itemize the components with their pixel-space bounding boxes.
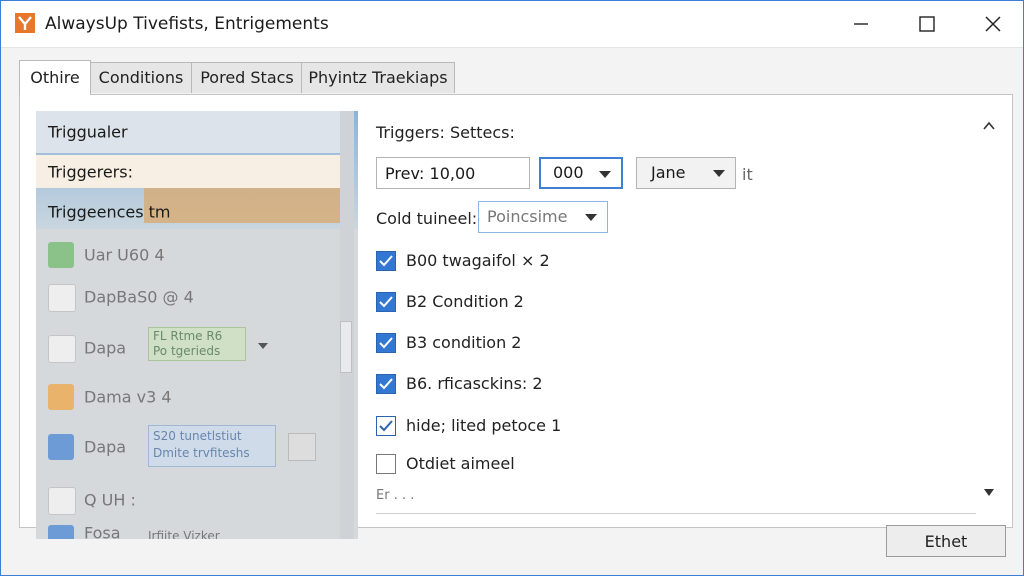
list-item[interactable]: Dapa FL Rtme R6 Po tgerieds bbox=[36, 323, 354, 373]
list-item[interactable]: Dapa S20 tunetlstiut Dmite trvfiteshs bbox=[36, 419, 354, 475]
window-title: AlwaysUp Tivefists, Entrigements bbox=[45, 14, 329, 34]
list-item-label: Triggualer bbox=[48, 122, 128, 142]
list-item[interactable]: Fosa Irfiite Vizker bbox=[36, 523, 354, 539]
prev-input[interactable]: Prev: 10,00 bbox=[376, 157, 530, 189]
checkbox[interactable] bbox=[376, 292, 396, 312]
chevron-up-icon bbox=[983, 121, 995, 130]
ok-button[interactable]: Ethet bbox=[886, 525, 1006, 557]
app-window: AlwaysUp Tivefists, Entrigements Othire … bbox=[0, 0, 1024, 576]
clock-icon bbox=[48, 242, 74, 268]
list-item-label: Triggerers: bbox=[48, 162, 133, 181]
checkbox-label: B2 Condition 2 bbox=[406, 292, 524, 311]
alwaysup-logo-icon bbox=[15, 13, 35, 33]
checkbox[interactable] bbox=[376, 374, 396, 394]
list-item[interactable]: Triggualer bbox=[36, 111, 354, 153]
list-item-label: Uar U60 4 bbox=[84, 245, 165, 265]
panel-scrollbar[interactable] bbox=[978, 103, 1000, 513]
title-bar: AlwaysUp Tivefists, Entrigements bbox=[1, 1, 1023, 48]
cold-dropdown-value: Poincsime bbox=[487, 207, 568, 226]
checkbox-label: B3 condition 2 bbox=[406, 333, 522, 352]
suffix-text: it bbox=[742, 165, 753, 184]
close-icon bbox=[985, 16, 1001, 32]
divider bbox=[376, 513, 976, 514]
list-item-field: FL Rtme R6 Po tgerieds bbox=[148, 327, 246, 361]
list-item-selected[interactable]: Triggerers: bbox=[36, 155, 354, 188]
checked-icon bbox=[48, 525, 74, 539]
checkbox-label: B00 twagaifol × 2 bbox=[406, 251, 550, 270]
list-item-button[interactable] bbox=[288, 433, 316, 461]
checkmark-icon bbox=[379, 420, 393, 432]
list-item[interactable]: Uar U60 4 bbox=[36, 235, 354, 275]
minimize-icon bbox=[854, 23, 868, 25]
tab-conditions[interactable]: Conditions bbox=[89, 62, 193, 93]
checkbox-icon bbox=[48, 335, 76, 363]
checkmark-icon bbox=[379, 296, 393, 308]
list-item-label: DapBaS0 @ 4 bbox=[84, 287, 194, 307]
chevron-down-icon bbox=[984, 489, 994, 496]
chevron-down-icon bbox=[599, 171, 611, 178]
checkbox-icon bbox=[48, 284, 76, 312]
maximize-icon bbox=[919, 16, 935, 32]
checkbox-icon bbox=[48, 487, 76, 515]
checkbox-label: Otdiet aimeel bbox=[406, 454, 515, 473]
checked-icon bbox=[48, 434, 74, 460]
settings-panel: Triggualer Triggerers: Triggeences tm Ua… bbox=[19, 94, 1013, 539]
count-dropdown-value: 000 bbox=[553, 163, 584, 182]
chevron-down-icon bbox=[713, 170, 725, 177]
checkbox[interactable] bbox=[376, 416, 396, 436]
checkmark-icon bbox=[379, 378, 393, 390]
list-item-field-text: S20 tunetlstiut bbox=[153, 429, 242, 443]
checkbox[interactable] bbox=[376, 251, 396, 271]
list-item[interactable]: Dama v3 4 bbox=[36, 377, 354, 417]
list-item-field-text: Po tgerieds bbox=[153, 344, 221, 358]
list-item-field-text: Dmite trvfiteshs bbox=[153, 446, 250, 460]
cold-dropdown[interactable]: Poincsime bbox=[478, 201, 608, 233]
ellipsis-text: Er . . . bbox=[376, 488, 415, 503]
checkbox-label: B6. rficasckins: 2 bbox=[406, 374, 543, 393]
minimize-button[interactable] bbox=[831, 1, 891, 47]
close-button[interactable] bbox=[963, 1, 1023, 47]
triggers-label: Triggers: Settecs: bbox=[376, 123, 515, 142]
list-item[interactable]: Q UH : bbox=[36, 479, 354, 521]
cold-label: Cold tuineel: bbox=[376, 209, 478, 228]
maximize-button[interactable] bbox=[897, 1, 957, 47]
list-scrollbar-thumb[interactable] bbox=[340, 321, 352, 373]
chevron-down-icon bbox=[258, 343, 268, 349]
trigger-list[interactable]: Triggualer Triggerers: Triggeences tm Ua… bbox=[36, 111, 358, 539]
list-item-field-text: FL Rtme R6 bbox=[153, 329, 223, 343]
list-item-label: Dapa bbox=[84, 338, 127, 358]
list-item[interactable]: Triggeences tm bbox=[36, 194, 354, 230]
tab-othire[interactable]: Othire bbox=[19, 60, 91, 95]
list-item-label: Dapa bbox=[84, 437, 127, 457]
checkbox-label: hide; lited petoce 1 bbox=[406, 416, 562, 435]
chevron-down-icon bbox=[585, 214, 597, 221]
list-item-field-text: Irfiite Vizker bbox=[148, 529, 220, 539]
list-item-label: Triggeences tm bbox=[48, 202, 171, 222]
list-item-field: S20 tunetlstiut Dmite trvfiteshs bbox=[148, 425, 276, 467]
name-dropdown-value: Jane bbox=[651, 163, 686, 182]
star-icon bbox=[48, 384, 74, 410]
checkbox[interactable] bbox=[376, 333, 396, 353]
checkmark-icon bbox=[379, 255, 393, 267]
count-dropdown[interactable]: 000 bbox=[539, 157, 623, 189]
tab-phyintz-traekiaps[interactable]: Phyintz Traekiaps bbox=[301, 62, 455, 93]
tab-pored-stacs[interactable]: Pored Stacs bbox=[191, 62, 303, 93]
list-item-label: Dama v3 4 bbox=[84, 387, 172, 407]
checkmark-icon bbox=[379, 337, 393, 349]
checkbox[interactable] bbox=[376, 454, 396, 474]
list-item[interactable]: DapBaS0 @ 4 bbox=[36, 277, 354, 317]
list-item-label: Q UH : bbox=[84, 490, 136, 510]
name-dropdown[interactable]: Jane bbox=[636, 157, 736, 189]
list-item-label: Fosa bbox=[84, 523, 121, 540]
